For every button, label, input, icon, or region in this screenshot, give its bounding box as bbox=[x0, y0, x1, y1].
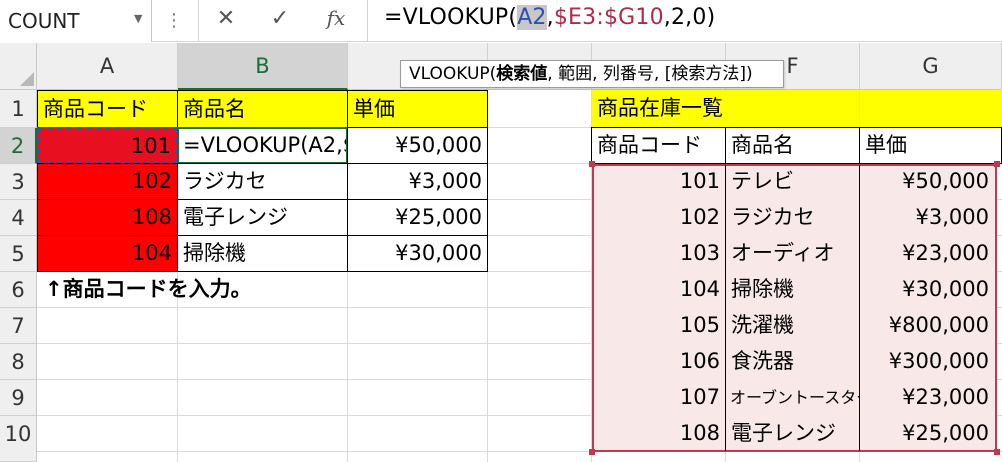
row-header-3[interactable]: 3 bbox=[0, 164, 37, 200]
cell-f6-name[interactable]: 掃除機 bbox=[726, 272, 859, 308]
cell-g2-header[interactable]: 単価 bbox=[859, 127, 1002, 164]
row-header-8[interactable]: 8 bbox=[0, 344, 37, 380]
cell-e5-code[interactable]: 103 bbox=[594, 236, 725, 272]
formula-ref-range: $E3:$G10 bbox=[553, 5, 664, 30]
cell-f2-header[interactable]: 商品名 bbox=[725, 127, 860, 164]
tooltip-other-arguments[interactable]: , 範囲, 列番号, [検索方法]) bbox=[547, 64, 752, 84]
name-box-value: COUNT bbox=[8, 9, 80, 33]
cell-f7-name[interactable]: 洗濯機 bbox=[726, 308, 859, 344]
formula-args: ,2,0) bbox=[663, 5, 716, 30]
cell-f4-name[interactable]: ラジカセ bbox=[726, 200, 859, 236]
cell-f10-name[interactable]: 電子レンジ bbox=[726, 416, 859, 452]
row-header-5[interactable]: 5 bbox=[0, 236, 37, 272]
formula-ref-a2: A2 bbox=[517, 5, 547, 30]
cell-b4-name[interactable]: 電子レンジ bbox=[177, 199, 348, 236]
cell-e6-code[interactable]: 104 bbox=[594, 272, 725, 308]
cell-g10-price[interactable]: ¥25,000 bbox=[860, 416, 994, 452]
cell-e1-title[interactable]: 商品在庫一覧 bbox=[592, 90, 859, 127]
cell-b5-name[interactable]: 掃除機 bbox=[177, 235, 348, 272]
cell-g4-price[interactable]: ¥3,000 bbox=[860, 200, 994, 236]
cell-e10-code[interactable]: 108 bbox=[594, 416, 725, 452]
cell-c2-price[interactable]: ¥50,000 bbox=[347, 127, 488, 164]
range-handle[interactable] bbox=[994, 449, 1000, 455]
tooltip-function-name[interactable]: VLOOKUP( bbox=[409, 64, 496, 84]
row-header-2[interactable]: 2 bbox=[0, 128, 37, 164]
cell-e3-code[interactable]: 101 bbox=[594, 164, 725, 200]
formula-bar-divider bbox=[198, 0, 199, 42]
formula-comma: , bbox=[546, 5, 554, 30]
cell-e9-code[interactable]: 107 bbox=[594, 380, 725, 416]
formula-fn: =VLOOKUP( bbox=[384, 5, 518, 30]
chevron-down-icon[interactable]: ▼ bbox=[134, 12, 142, 25]
cell-a6-note[interactable]: ↑商品コードを入力。 bbox=[40, 272, 440, 308]
column-header-a[interactable]: A bbox=[37, 43, 178, 90]
cell-c4-price[interactable]: ¥25,000 bbox=[347, 199, 488, 236]
column-header-b[interactable]: B bbox=[178, 43, 348, 90]
column-header-g[interactable]: G bbox=[860, 43, 1002, 90]
row-header-4[interactable]: 4 bbox=[0, 200, 37, 236]
cell-a2-code[interactable]: 101 bbox=[37, 127, 178, 164]
cell-b2-active-editor[interactable]: =VLOOKUP(A2,$ bbox=[177, 127, 348, 164]
enter-check-icon[interactable]: ✓ bbox=[264, 6, 296, 36]
cell-c3-price[interactable]: ¥3,000 bbox=[347, 163, 488, 200]
cell-a5-code[interactable]: 104 bbox=[37, 235, 178, 272]
cell-g1[interactable] bbox=[860, 90, 1002, 127]
cell-b1-header[interactable]: 商品名 bbox=[177, 90, 348, 128]
function-argument-tooltip[interactable]: VLOOKUP(検索値, 範囲, 列番号, [検索方法]) bbox=[400, 60, 784, 88]
cell-g7-price[interactable]: ¥800,000 bbox=[860, 308, 994, 344]
tooltip-current-argument[interactable]: 検索値 bbox=[496, 64, 547, 84]
row-header-6[interactable]: 6 bbox=[0, 272, 37, 308]
cell-f3-name[interactable]: テレビ bbox=[726, 164, 859, 200]
cell-g3-price[interactable]: ¥50,000 bbox=[860, 164, 994, 200]
more-options-icon[interactable]: ⋮ bbox=[165, 10, 183, 31]
cell-e7-code[interactable]: 105 bbox=[594, 308, 725, 344]
cell-e2-header[interactable]: 商品コード bbox=[591, 127, 726, 164]
cell-f8-name[interactable]: 食洗器 bbox=[726, 344, 859, 380]
cell-g6-price[interactable]: ¥30,000 bbox=[860, 272, 994, 308]
formula-input[interactable]: =VLOOKUP(A2,$E3:$G10,2,0) bbox=[384, 5, 715, 30]
name-box[interactable]: COUNT ▼ bbox=[0, 0, 152, 42]
cell-g9-price[interactable]: ¥23,000 bbox=[860, 380, 994, 416]
insert-function-icon[interactable]: fx bbox=[318, 6, 354, 36]
row-header-1[interactable]: 1 bbox=[0, 90, 37, 128]
row-header-9[interactable]: 9 bbox=[0, 380, 37, 416]
cell-f5-name[interactable]: オーディオ bbox=[726, 236, 859, 272]
cell-a3-code[interactable]: 102 bbox=[37, 163, 178, 200]
select-all-triangle-icon bbox=[20, 72, 34, 86]
cell-g8-price[interactable]: ¥300,000 bbox=[860, 344, 994, 380]
row-header-7[interactable]: 7 bbox=[0, 308, 37, 344]
formula-input-divider bbox=[367, 0, 368, 42]
cell-e4-code[interactable]: 102 bbox=[594, 200, 725, 236]
cell-a1-header[interactable]: 商品コード bbox=[37, 90, 178, 128]
cell-a4-code[interactable]: 108 bbox=[37, 199, 178, 236]
cell-c1-header[interactable]: 単価 bbox=[347, 90, 488, 128]
range-handle[interactable] bbox=[994, 161, 1000, 167]
cancel-icon[interactable]: ✕ bbox=[210, 6, 242, 36]
cell-b3-name[interactable]: ラジカセ bbox=[177, 163, 348, 200]
cell-c5-price[interactable]: ¥30,000 bbox=[347, 235, 488, 272]
row-header-10[interactable]: 10 bbox=[0, 416, 37, 462]
cell-g5-price[interactable]: ¥23,000 bbox=[860, 236, 994, 272]
cell-f9-name[interactable]: オーブントースター bbox=[726, 380, 859, 416]
cell-e8-code[interactable]: 106 bbox=[594, 344, 725, 380]
